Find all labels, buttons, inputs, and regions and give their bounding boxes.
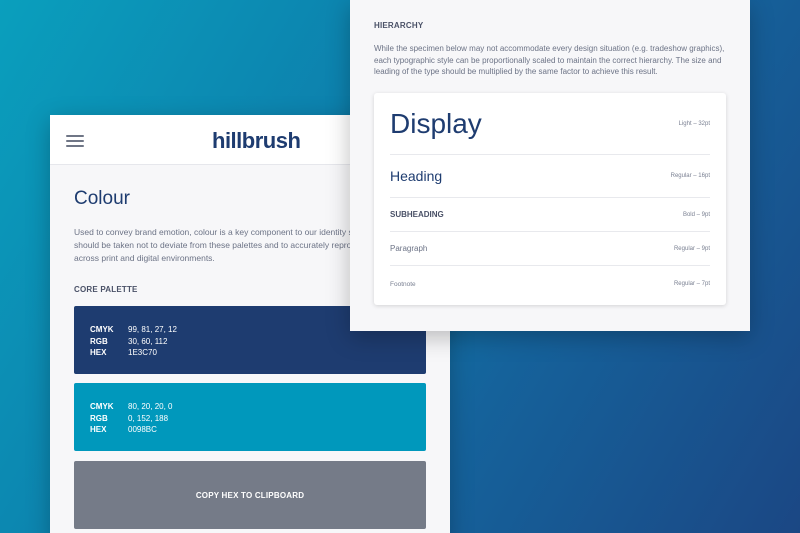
hamburger-menu-icon[interactable] bbox=[66, 135, 84, 147]
specimen-row-paragraph: Paragraph Regular – 9pt bbox=[390, 232, 710, 266]
swatch-cyan[interactable]: CMYK 80, 20, 20, 0 RGB 0, 152, 188 HEX 0098… bbox=[74, 383, 426, 451]
hex-label: HEX bbox=[90, 348, 107, 357]
copy-hex-button[interactable]: COPY HEX TO CLIPBOARD bbox=[74, 461, 426, 529]
specimen-row-display: Display Light – 32pt bbox=[390, 93, 710, 155]
specimen-meta: Bold – 9pt bbox=[682, 211, 710, 218]
hex-label: HEX bbox=[90, 425, 107, 434]
specimen-sample: Paragraph bbox=[390, 244, 428, 253]
specimen-row-subheading: SUBHEADING Bold – 9pt bbox=[390, 198, 710, 232]
rgb-label: RGB bbox=[90, 336, 108, 346]
specimen-sample: Display bbox=[390, 107, 482, 139]
cmyk-label: CMYK bbox=[90, 402, 114, 411]
specimen-meta: Regular – 16pt bbox=[670, 173, 710, 179]
cmyk-value: 80, 20, 20, 0 bbox=[128, 402, 173, 411]
rgb-value: 0, 152, 188 bbox=[128, 413, 169, 423]
specimen-meta: Regular – 9pt bbox=[673, 245, 710, 252]
specimen-sample: SUBHEADING bbox=[390, 210, 444, 219]
rgb-value: 30, 60, 112 bbox=[128, 336, 168, 346]
hierarchy-label: HIERARCHY bbox=[374, 21, 424, 30]
specimen-sample: Footnote bbox=[390, 280, 416, 288]
specimen-row-footnote: Footnote Regular – 7pt bbox=[390, 266, 710, 302]
hex-value: 0098BC bbox=[128, 425, 157, 434]
hex-value: 1E3C70 bbox=[128, 348, 157, 357]
hierarchy-page-card: HIERARCHY While the specimen below may n… bbox=[350, 0, 750, 331]
specimen-sample: Heading bbox=[390, 168, 443, 184]
cmyk-label: CMYK bbox=[90, 325, 114, 334]
specimen-row-heading: Heading Regular – 16pt bbox=[390, 155, 710, 198]
rgb-label: RGB bbox=[90, 413, 108, 423]
specimen-meta: Regular – 7pt bbox=[673, 281, 710, 287]
specimen-meta: Light – 32pt bbox=[678, 120, 710, 127]
cmyk-value: 99, 81, 27, 12 bbox=[128, 325, 177, 334]
brand-logo: hillbrush bbox=[212, 128, 301, 153]
type-specimen-box: Display Light – 32pt Heading Regular – 1… bbox=[374, 93, 726, 305]
hierarchy-description: While the specimen below may not accommo… bbox=[374, 44, 725, 76]
